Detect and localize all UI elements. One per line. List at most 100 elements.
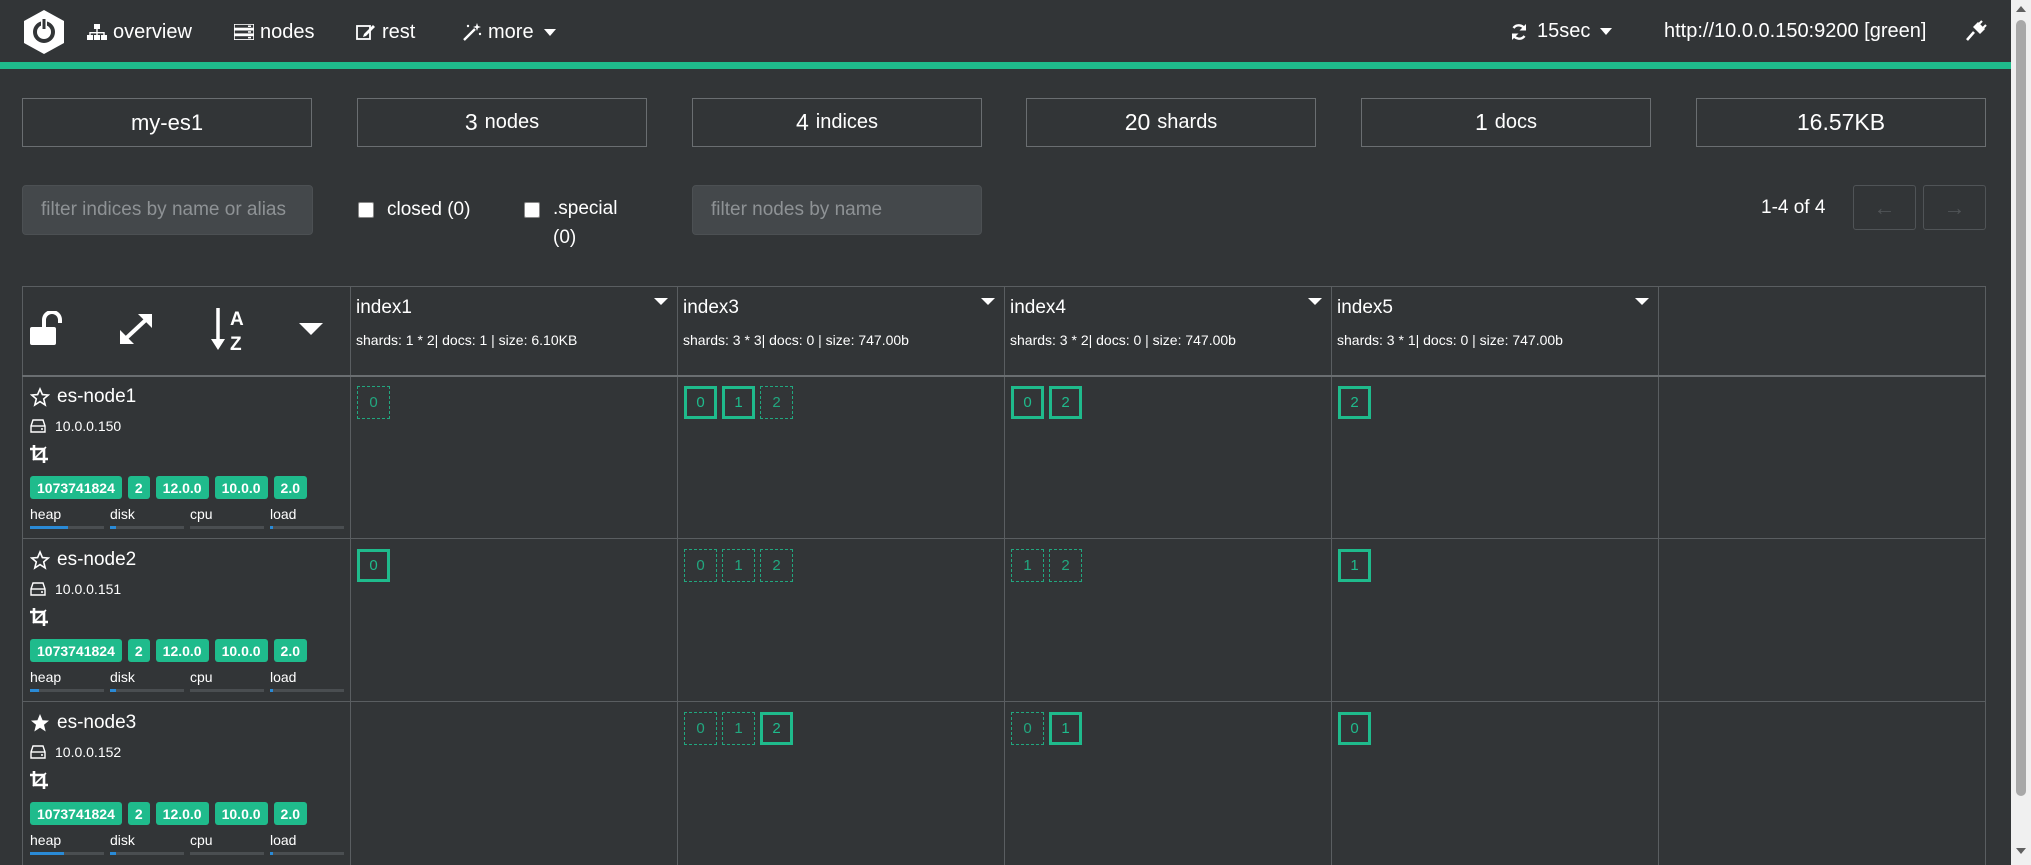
node-badge: 12.0.0 [155,639,209,662]
nav-nodes-label: nodes [260,20,315,43]
metric-bar [30,689,104,692]
sort-alpha-icon[interactable]: A Z [209,306,249,352]
hdd-icon [30,745,46,759]
refresh-icon [1511,23,1527,40]
node-badge: 2 [127,476,150,499]
cluster-name: my-es1 [130,109,204,135]
replica-shard[interactable]: 1 [722,549,755,582]
filter-nodes-input[interactable] [692,185,982,235]
nodes-count: 3 [464,109,478,135]
metric-bar [110,689,184,692]
index-name[interactable]: index5 [1337,297,1657,319]
node-ip: 10.0.0.152 [55,744,122,760]
cluster-url[interactable]: http://10.0.0.150:9200 [green] [1664,20,1926,43]
server-icon [234,24,254,40]
node-name-group[interactable]: es-node1 [30,385,350,409]
primary-shard[interactable]: 0 [684,386,717,419]
index-name[interactable]: index1 [356,297,676,319]
special-indices-checkbox[interactable]: .special (0) [524,198,617,252]
replica-shard[interactable]: 1 [722,712,755,745]
replica-shard[interactable]: 2 [760,549,793,582]
replica-shard[interactable]: 0 [684,549,717,582]
index-header[interactable]: index3 shards: 3 * 3| docs: 0 | size: 747… [683,295,1003,348]
replica-shard[interactable]: 2 [760,386,793,419]
node-badge: 12.0.0 [155,476,209,499]
hdd-icon [30,582,46,596]
arrow-right-icon: → [1943,194,1966,220]
nav-overview-label: overview [113,20,192,43]
replica-shard[interactable]: 0 [1011,712,1044,745]
grid-divider [1004,286,1005,865]
nav-nodes[interactable]: nodes [234,20,315,44]
refresh-interval-dropdown[interactable]: 15sec [1510,20,1613,43]
grid-header-divider [22,375,1986,377]
primary-shard[interactable]: 1 [1338,549,1371,582]
nav-overview[interactable]: overview [87,20,192,44]
metric-bar-fill [270,689,273,692]
node-name[interactable]: es-node1 [57,386,136,408]
replica-shard[interactable]: 2 [1049,549,1082,582]
metric-bar-fill [30,689,39,692]
closed-indices-checkbox[interactable]: closed (0) [358,199,470,221]
primary-shard[interactable]: 1 [1049,712,1082,745]
index-header[interactable]: index1 shards: 1 * 2| docs: 1 | size: 6.1… [356,295,676,348]
docs-label: docs [1494,111,1538,133]
scrollbar-thumb[interactable] [2016,20,2026,796]
previous-page-button[interactable]: ← [1853,185,1916,230]
next-page-button[interactable]: → [1923,185,1986,230]
chevron-down-icon[interactable] [299,323,323,335]
unlock-icon[interactable] [30,311,68,347]
cerebro-logo-icon[interactable] [22,9,66,55]
checkbox-box[interactable] [524,202,540,218]
nav-more-dropdown[interactable]: more [462,20,556,44]
node-name-group[interactable]: es-node3 [30,711,350,735]
node-name[interactable]: es-node2 [57,549,136,571]
nodes-label: nodes [484,111,540,133]
expand-icon[interactable] [118,312,154,346]
node-ip-group: 10.0.0.150 [30,418,350,434]
primary-shard[interactable]: 2 [1338,386,1371,419]
node-ip-group: 10.0.0.151 [30,581,350,597]
node-name-group[interactable]: es-node2 [30,548,350,572]
primary-shard[interactable]: 2 [760,712,793,745]
chevron-down-icon[interactable] [1308,298,1322,305]
filter-indices-input[interactable] [22,185,313,235]
vertical-scrollbar[interactable] [2011,0,2031,865]
scroll-up-arrow-icon[interactable] [2016,6,2026,12]
index-header[interactable]: index4 shards: 3 * 2| docs: 0 | size: 747… [1010,295,1330,348]
primary-shard[interactable]: 0 [357,549,390,582]
metric-bar-fill [270,526,273,529]
metric-label: heap [30,506,62,522]
chevron-down-icon[interactable] [981,298,995,305]
shards-label: shards [1157,111,1218,133]
replica-shard[interactable]: 1 [1011,549,1044,582]
metric-bar [270,852,344,855]
metric-heap: heap [30,832,110,855]
nav-rest[interactable]: rest [356,20,415,44]
metric-label: heap [30,669,62,685]
chevron-down-icon[interactable] [1635,298,1649,305]
index-header[interactable]: index5 shards: 3 * 1| docs: 0 | size: 747… [1337,295,1657,348]
index-name[interactable]: index3 [683,297,1003,319]
stat-shards: 20 shards [1026,98,1316,147]
node-name[interactable]: es-node3 [57,712,136,734]
top-navbar: overview nodes rest more 15sec http://10… [0,0,2011,69]
replica-shard[interactable]: 0 [357,386,390,419]
navbar-accent-bar [0,62,2011,69]
nav-more-label: more [488,20,534,43]
replica-shard[interactable]: 0 [684,712,717,745]
nav-rest-label: rest [382,20,416,43]
scroll-down-arrow-icon[interactable] [2016,848,2026,854]
disconnect-plug-icon[interactable] [1965,20,1987,42]
index-name[interactable]: index4 [1010,297,1330,319]
checkbox-box[interactable] [358,202,374,218]
primary-shard[interactable]: 0 [1011,386,1044,419]
sitemap-icon [87,24,107,40]
chevron-down-icon[interactable] [654,298,668,305]
primary-shard[interactable]: 2 [1049,386,1082,419]
primary-shard[interactable]: 1 [722,386,755,419]
primary-shard[interactable]: 0 [1338,712,1371,745]
special-label-group: .special (0) [553,194,617,252]
metric-bar-fill [110,526,116,529]
stat-docs: 1 docs [1361,98,1651,147]
